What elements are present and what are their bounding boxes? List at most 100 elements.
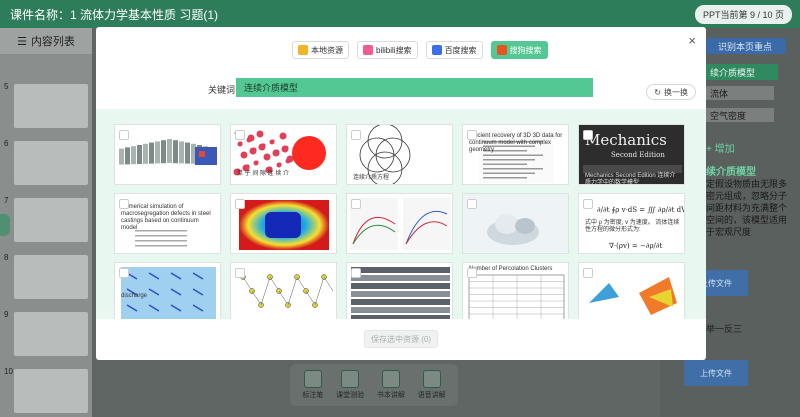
slide-thumbnail[interactable] (14, 312, 88, 356)
slide-thumbnail[interactable] (14, 255, 88, 299)
content-list-title: 内容列表 (30, 36, 75, 48)
key-point-tag[interactable]: 续介质模型 (706, 64, 778, 80)
collapse-handle[interactable] (0, 214, 10, 236)
result-card[interactable]: Efficient recovery of 3D 3D data for con… (462, 124, 569, 185)
keyword-input[interactable] (236, 78, 593, 97)
svg-text:∇·(ρv) = −∂ρ/∂t: ∇·(ρv) = −∂ρ/∂t (609, 242, 663, 250)
refresh-icon: ↻ (654, 87, 661, 97)
slide-number: 5 (4, 82, 9, 91)
folder-icon (298, 45, 308, 55)
result-caption: 式中 ρ 为密度, v 为速度。 流体连续性方程的微分形式为: (585, 220, 680, 233)
select-checkbox[interactable] (119, 268, 129, 278)
result-card[interactable]: Mechanics Second Edition Mechanics Second … (578, 124, 685, 185)
resource-search-dialog: × 本地资源 bilibili搜索 百度搜索 搜狗搜索 关键词 ↻ 换一换 单 子 间… (96, 27, 706, 360)
one-more-label: 举一反三 (706, 324, 743, 334)
thumbnail-image (115, 263, 220, 319)
result-card[interactable] (578, 262, 685, 319)
tab-label: 百度搜索 (444, 45, 477, 55)
result-caption: Efficient recovery of 3D 3D data for con… (469, 133, 563, 153)
tab-folder[interactable]: 本地资源 (292, 41, 349, 59)
result-card[interactable] (462, 193, 569, 254)
tool-label: 课堂测验 (336, 392, 365, 399)
pen-icon (303, 370, 322, 388)
result-card[interactable] (230, 262, 337, 319)
tab-baidu[interactable]: 百度搜索 (425, 41, 483, 59)
result-card[interactable] (346, 193, 453, 254)
select-checkbox[interactable] (583, 199, 593, 209)
select-checkbox[interactable] (235, 268, 245, 278)
select-checkbox[interactable] (583, 130, 593, 140)
result-card[interactable] (114, 124, 221, 185)
section-text: 定假设物质由无限多密元组成，忽略分子间距材料为充满整个空间的，该模型适用于宏观尺… (706, 179, 788, 237)
select-checkbox[interactable] (351, 199, 361, 209)
key-point-item[interactable]: 空气密度 (706, 108, 774, 122)
courseware-title: 课件名称：1 流体力学基本性质 习题(1) (10, 7, 219, 22)
close-icon[interactable]: × (688, 33, 696, 48)
slide-number: 7 (4, 196, 9, 205)
result-card[interactable] (346, 262, 453, 319)
slide-thumbnail[interactable] (14, 141, 88, 185)
result-card[interactable]: 连续介质方程 (346, 124, 453, 185)
class-quiz-tool[interactable]: 课堂测验 (336, 370, 364, 400)
slide-number: 6 (4, 139, 9, 148)
select-checkbox[interactable] (583, 268, 593, 278)
select-checkbox[interactable] (467, 268, 477, 278)
result-caption: discharge (121, 293, 148, 299)
result-card[interactable]: ∂/∂t ∮ρ v·dS = ∭ ∂ρ/∂t dV ∇·(ρv) = −∂ρ/∂t… (578, 193, 685, 254)
refresh-button[interactable]: ↻ 换一换 (646, 84, 696, 100)
content-list-header: ☰ 内容列表 (0, 28, 92, 54)
upload-button[interactable]: 上传文件 (684, 360, 748, 386)
bottom-toolbar: 标注笔 课堂测验 书本讲解 语音讲解 (290, 364, 458, 406)
tab-label: bilibili搜索 (376, 45, 412, 55)
select-checkbox[interactable] (235, 199, 245, 209)
save-selected-button[interactable]: 保存选中资源 (0) (364, 330, 438, 348)
tool-label: 书本讲解 (376, 392, 405, 399)
top-bar: 课件名称：1 流体力学基本性质 习题(1) PPT当前第 9 / 10 页 (0, 0, 800, 28)
result-caption: Numerical simulation of macrosegregation… (121, 204, 211, 231)
result-caption: Mechanics Second Edition 连续介质力学中的数学模型 (585, 173, 676, 185)
quiz-icon (341, 370, 360, 388)
result-caption: Number of Percolation Clusters (469, 266, 553, 272)
result-card[interactable]: discharge (114, 262, 221, 319)
thumbnail-image (347, 194, 452, 253)
select-checkbox[interactable] (235, 130, 245, 140)
add-button[interactable]: + 增加 (706, 140, 735, 155)
thumbnail-image (463, 194, 568, 253)
slide-thumbnail[interactable] (14, 369, 88, 413)
result-card[interactable]: Number of Percolation Clusters (462, 262, 569, 319)
tab-sogou[interactable]: 搜狗搜索 (490, 41, 548, 59)
tab-bilibili[interactable]: bilibili搜索 (357, 41, 418, 59)
select-checkbox[interactable] (467, 130, 477, 140)
voice-explain-tool[interactable]: 语音讲解 (418, 370, 446, 400)
tool-label: 语音讲解 (417, 392, 446, 399)
section-heading: 续介质模型 (706, 167, 756, 178)
thumbnail-image (231, 194, 336, 253)
key-point-item[interactable]: 流体 (706, 86, 774, 100)
annotate-pen-tool[interactable]: 标注笔 (302, 370, 323, 400)
result-card[interactable]: 单 子 间 隙 连 续 介 (230, 124, 337, 185)
identify-key-points-button[interactable]: 识别本页重点 (704, 38, 786, 54)
ppt-page-indicator: PPT当前第 9 / 10 页 (694, 5, 792, 24)
tab-label: 搜狗搜索 (509, 45, 542, 55)
book-explain-tool[interactable]: 书本讲解 (377, 370, 405, 400)
result-caption: 连续介质方程 (353, 175, 390, 181)
svg-text:∂/∂t ∮ρ v·dS = ∭ ∂ρ/∂t dV: ∂/∂t ∮ρ v·dS = ∭ ∂ρ/∂t dV (597, 206, 685, 214)
select-checkbox[interactable] (351, 268, 361, 278)
result-card[interactable]: Numerical simulation of macrosegregation… (114, 193, 221, 254)
svg-text:Second Edition: Second Edition (611, 151, 665, 159)
result-card[interactable] (230, 193, 337, 254)
select-checkbox[interactable] (467, 199, 477, 209)
svg-text:Mechanics: Mechanics (585, 131, 667, 149)
sogou-icon (496, 45, 507, 55)
select-checkbox[interactable] (119, 199, 129, 209)
voice-icon (422, 370, 441, 388)
slide-thumbnail[interactable] (14, 84, 88, 128)
thumbnail-image (347, 263, 452, 319)
bilibili-icon (363, 45, 373, 55)
select-checkbox[interactable] (119, 130, 129, 140)
tab-label: 本地资源 (311, 45, 343, 55)
keyword-label: 关键词 (208, 85, 236, 95)
slide-thumbnail[interactable] (14, 198, 88, 242)
select-checkbox[interactable] (351, 130, 361, 140)
baidu-icon (431, 45, 442, 55)
